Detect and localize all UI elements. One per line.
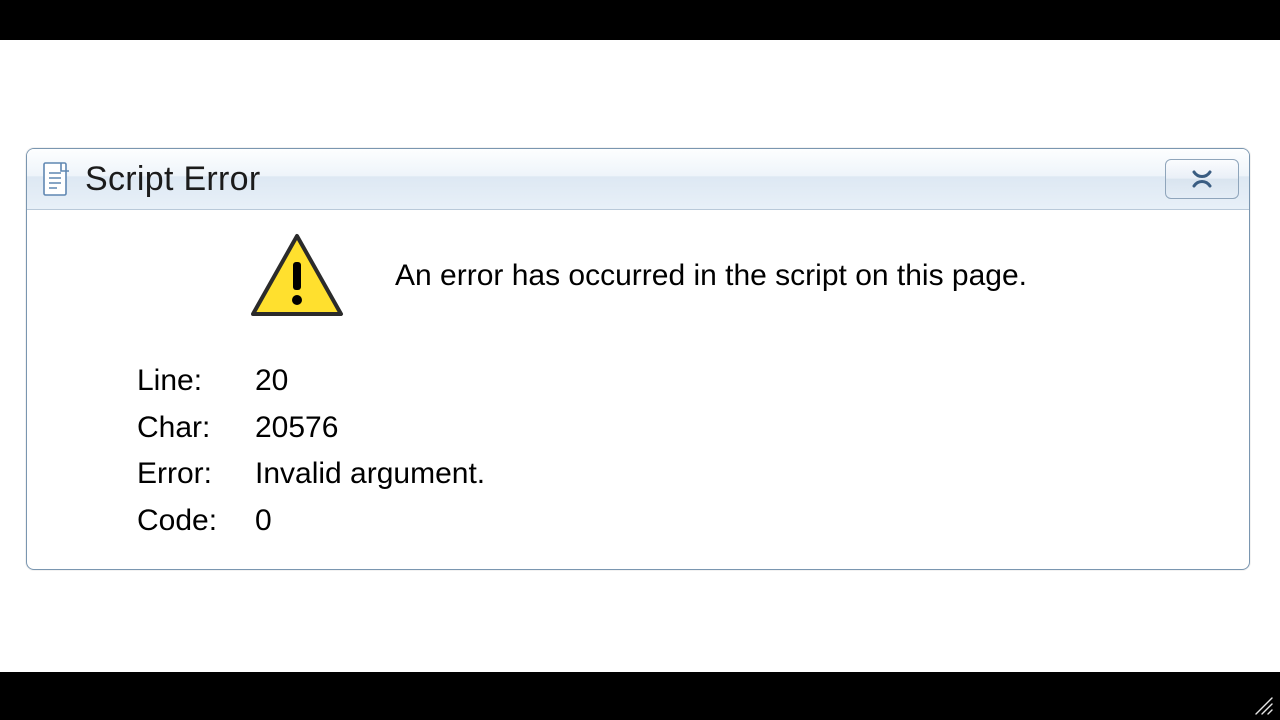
detail-row-error: Error: Invalid argument. [137,451,1159,498]
label-code: Code: [137,498,255,545]
script-error-dialog: Script Error [26,148,1250,570]
close-button[interactable] [1165,159,1239,199]
letterbox-bottom [0,672,1280,720]
error-details: Line: 20 Char: 20576 Error: Invalid argu… [137,358,1159,544]
error-message: An error has occurred in the script on t… [395,259,1027,293]
label-error: Error: [137,451,255,498]
label-line: Line: [137,358,255,405]
title-bar[interactable]: Script Error [27,149,1249,210]
detail-row-char: Char: 20576 [137,405,1159,452]
document-icon [41,161,71,197]
value-error: Invalid argument. [255,451,485,498]
warning-icon [247,230,347,322]
resize-handle-icon[interactable] [1252,694,1274,716]
message-row: An error has occurred in the script on t… [247,230,1159,322]
value-char: 20576 [255,405,338,452]
label-char: Char: [137,405,255,452]
value-code: 0 [255,498,272,545]
detail-row-line: Line: 20 [137,358,1159,405]
value-line: 20 [255,358,288,405]
letterbox-top [0,0,1280,40]
content-stage: Script Error [0,40,1280,672]
dialog-title: Script Error [71,160,1165,199]
close-icon [1185,168,1219,190]
detail-row-code: Code: 0 [137,498,1159,545]
dialog-body: An error has occurred in the script on t… [27,210,1249,544]
